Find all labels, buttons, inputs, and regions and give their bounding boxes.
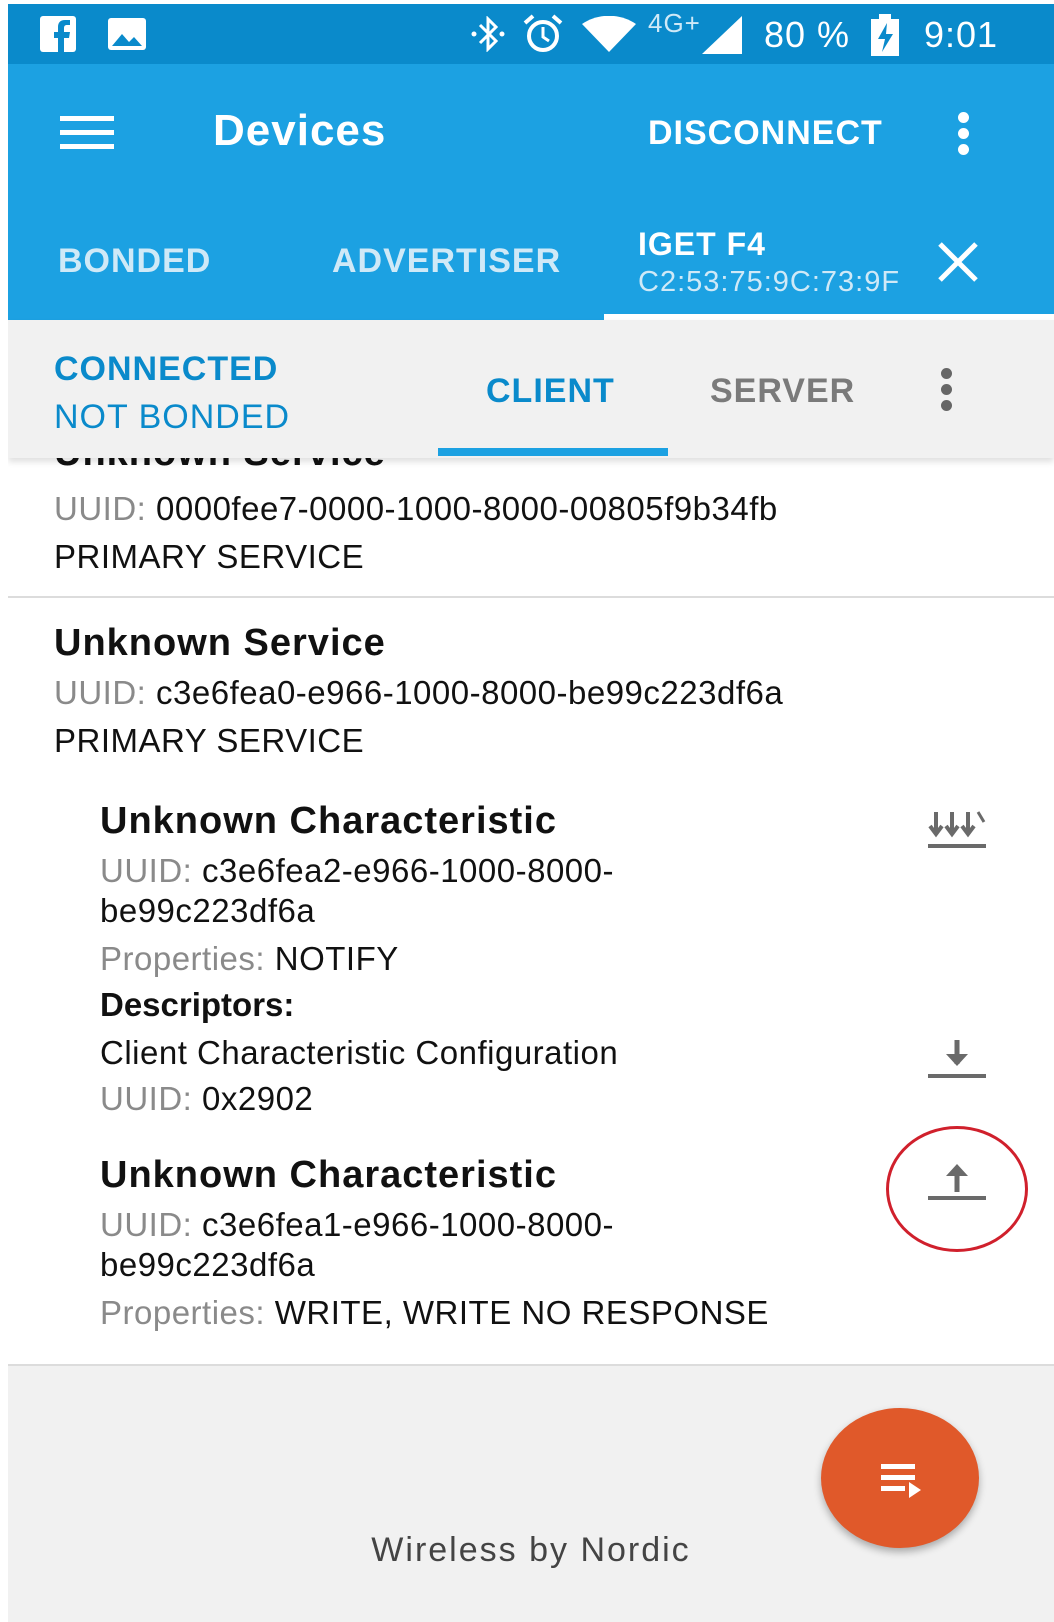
service-type: PRIMARY SERVICE: [54, 538, 365, 575]
service-name: Unknown Service: [54, 458, 386, 475]
uuid-label: UUID:: [54, 490, 147, 527]
characteristic-uuid-cont: be99c223df6a: [100, 1246, 316, 1283]
uuid-label: UUID:: [100, 852, 193, 889]
brand-text: Wireless by Nordic: [371, 1531, 691, 1569]
footer: Wireless by Nordic: [8, 1364, 1054, 1622]
service-name: Unknown Service: [54, 622, 386, 664]
page-title: Devices: [213, 106, 387, 155]
alarm-icon: [522, 14, 564, 59]
tab-server[interactable]: SERVER: [710, 372, 855, 411]
battery-charging-icon: [870, 14, 900, 61]
uuid-label: UUID:: [100, 1080, 193, 1117]
tab-advertiser[interactable]: ADVERTISER: [332, 242, 561, 281]
service-type: PRIMARY SERVICE: [54, 722, 365, 759]
tab-bonded[interactable]: BONDED: [58, 242, 211, 281]
properties-label: Properties:: [100, 1294, 266, 1331]
hamburger-menu-icon[interactable]: [58, 112, 118, 156]
uuid-value: c3e6fea1-e966-1000-8000-: [202, 1206, 614, 1243]
signal-icon: [702, 16, 742, 59]
properties-value: WRITE, WRITE NO RESPONSE: [274, 1294, 769, 1331]
wifi-icon: [582, 15, 636, 57]
log-fab-button[interactable]: [821, 1408, 979, 1548]
characteristic-properties: Properties: WRITE, WRITE NO RESPONSE: [100, 1294, 769, 1332]
tab-client[interactable]: CLIENT: [486, 372, 615, 411]
network-type: 4G+: [648, 8, 701, 38]
characteristic-uuid: UUID: c3e6fea1-e966-1000-8000-: [100, 1206, 614, 1244]
device-address: C2:53:75:9C:73:9F: [638, 266, 901, 298]
uuid-label: UUID:: [100, 1206, 193, 1243]
bond-state: NOT BONDED: [54, 398, 291, 436]
divider: [8, 596, 1054, 598]
facebook-icon: [40, 16, 78, 57]
descriptor-uuid: UUID: 0x2902: [100, 1080, 313, 1118]
services-list: Unknown Service UUID: 0000fee7-0000-1000…: [8, 458, 1054, 1364]
notify-download-icon[interactable]: [928, 808, 988, 857]
log-list-icon: [881, 1464, 921, 1498]
close-icon[interactable]: [936, 240, 980, 284]
overflow-menu-icon[interactable]: [953, 112, 973, 158]
device-name: IGET F4: [638, 226, 766, 262]
characteristic-properties: Properties: NOTIFY: [100, 940, 399, 978]
service-uuid: UUID: 0000fee7-0000-1000-8000-00805f9b34…: [54, 490, 778, 528]
uuid-value: c3e6fea0-e966-1000-8000-be99c223df6a: [156, 674, 784, 711]
battery-percent: 80 %: [764, 14, 851, 55]
uuid-label: UUID:: [54, 674, 147, 711]
descriptor-name: Client Characteristic Configuration: [100, 1034, 619, 1071]
connection-bar: CONNECTED NOT BONDED CLIENT SERVER: [8, 320, 1054, 458]
status-bar: 4G+ 80 % 9:01: [8, 4, 1054, 64]
characteristic-name: Unknown Characteristic: [100, 1154, 557, 1196]
characteristic-uuid: UUID: c3e6fea2-e966-1000-8000-: [100, 852, 614, 890]
properties-label: Properties:: [100, 940, 266, 977]
highlight-circle: [886, 1126, 1028, 1252]
properties-value: NOTIFY: [274, 940, 399, 977]
uuid-value: c3e6fea2-e966-1000-8000-: [202, 852, 614, 889]
characteristic-name: Unknown Characteristic: [100, 800, 557, 842]
descriptors-heading: Descriptors:: [100, 986, 295, 1023]
gallery-icon: [108, 18, 146, 55]
app-frame: 4G+ 80 % 9:01 Devices DISCONNECT BONDED …: [8, 4, 1054, 1622]
disconnect-button[interactable]: DISCONNECT: [648, 114, 883, 153]
service-uuid: UUID: c3e6fea0-e966-1000-8000-be99c223df…: [54, 674, 783, 712]
app-bar: Devices DISCONNECT BONDED ADVERTISER IGE…: [8, 64, 1054, 320]
sub-overflow-menu-icon[interactable]: [936, 368, 956, 414]
uuid-value: 0x2902: [202, 1080, 314, 1117]
bluetooth-icon: [468, 15, 508, 57]
uuid-value: 0000fee7-0000-1000-8000-00805f9b34fb: [156, 490, 778, 527]
connection-state: CONNECTED: [54, 350, 279, 388]
sub-tab-indicator: [438, 448, 668, 456]
download-icon[interactable]: [928, 1038, 988, 1087]
characteristic-uuid-cont: be99c223df6a: [100, 892, 316, 929]
clock: 9:01: [924, 14, 999, 55]
